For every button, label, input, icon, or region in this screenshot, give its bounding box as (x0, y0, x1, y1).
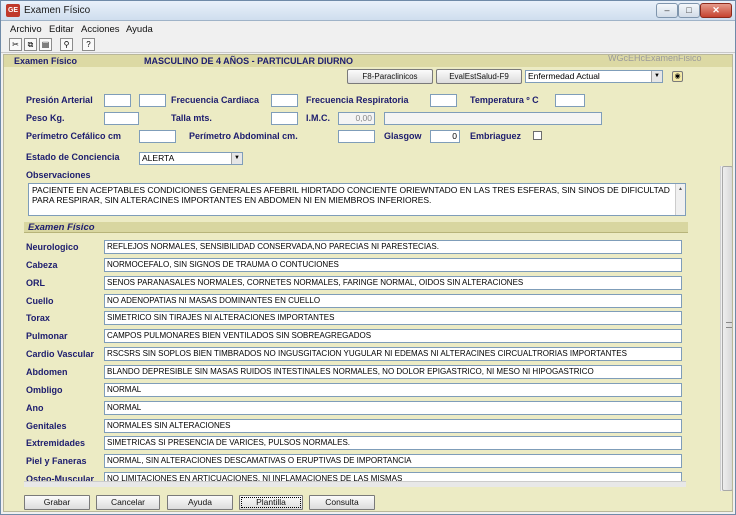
close-button[interactable]: ✕ (700, 3, 732, 18)
perimetro-abdominal-label: Perímetro Abdominal cm. (189, 131, 298, 141)
exam-section-header: Examen Físico (24, 222, 688, 233)
scrollbar-thumb[interactable] (722, 166, 732, 491)
observaciones-label: Observaciones (26, 170, 91, 180)
talla-input[interactable] (271, 112, 298, 125)
embriaguez-label: Embriaguez (470, 131, 522, 141)
glasgow-label: Glasgow (384, 131, 422, 141)
exam-label: ORL (26, 278, 45, 288)
exam-input[interactable]: NORMALES SIN ALTERACIONES (104, 419, 682, 433)
consulta-button[interactable]: Consulta (309, 495, 375, 510)
app-window: GE Examen Físico – □ ✕ Archivo Editar Ac… (0, 0, 736, 515)
exam-label: Abdomen (26, 367, 68, 377)
temperatura-input[interactable] (555, 94, 585, 107)
form-title: Examen Físico (14, 56, 78, 66)
exam-label: Ombligo (26, 385, 63, 395)
exam-section-title: Examen Físico (28, 222, 95, 233)
exam-input[interactable]: NORMAL, SIN ALTERACIONES DESCAMATIVAS O … (104, 454, 682, 468)
observaciones-textarea[interactable]: PACIENTE EN ACEPTABLES CONDICIONES GENER… (28, 183, 686, 216)
frecuencia-cardiaca-label: Frecuencia Cardiaca (171, 95, 260, 105)
exam-input[interactable]: SIMETRICAS SI PRESENCIA DE VARICES, PULS… (104, 436, 682, 450)
exam-input[interactable]: NORMAL (104, 401, 682, 415)
imc-description (384, 112, 602, 125)
exam-input[interactable]: NORMOCEFALO, SIN SIGNOS DE TRAUMA O CONT… (104, 258, 682, 272)
exam-input[interactable]: SIMETRICO SIN TIRAJES NI ALTERACIONES IM… (104, 311, 682, 325)
perimetro-cefalico-input[interactable] (139, 130, 176, 143)
menu-acciones[interactable]: Acciones (81, 24, 120, 35)
imc-label: I.M.C. (306, 113, 330, 123)
toolbar: ✂ ⧉ ▤ ⚲ ? (1, 37, 735, 53)
exam-form: Examen Físico MASCULINO DE 4 AÑOS - PART… (3, 54, 733, 512)
scissors-icon[interactable]: ✂ (9, 38, 22, 51)
exam-label: Piel y Faneras (26, 456, 87, 466)
frecuencia-respiratoria-input[interactable] (430, 94, 457, 107)
textarea-scrollbar[interactable]: ▲▼ (675, 184, 685, 215)
plantilla-button[interactable]: Plantilla (239, 495, 303, 510)
peso-label: Peso Kg. (26, 113, 65, 123)
paraclinicos-button[interactable]: F8-Paraclinicos (347, 69, 433, 84)
menu-archivo[interactable]: Archivo (10, 24, 42, 35)
paste-icon[interactable]: ▤ (39, 38, 52, 51)
exam-label: Torax (26, 313, 50, 323)
exam-input[interactable]: RSCSRS SIN SOPLOS BIEN TIMBRADOS NO INGU… (104, 347, 682, 361)
temperatura-label: Temperatura º C (470, 95, 539, 105)
broom-icon[interactable]: ⚲ (60, 38, 73, 51)
exam-label: Cabeza (26, 260, 58, 270)
enfermedad-actual-value: Enfermedad Actual (528, 71, 600, 81)
exam-input[interactable]: REFLEJOS NORMALES, SENSIBILIDAD CONSERVA… (104, 240, 682, 254)
chevron-down-icon: ▼ (231, 153, 242, 164)
vertical-scrollbar[interactable] (720, 166, 732, 491)
exam-label: Extremidades (26, 438, 86, 448)
estado-conciencia-select[interactable]: ALERTA ▼ (139, 152, 243, 165)
evalestsalud-button[interactable]: EvalEstSalud-F9 (436, 69, 522, 84)
menu-ayuda[interactable]: Ayuda (126, 24, 153, 35)
menu-editar[interactable]: Editar (49, 24, 74, 35)
exam-label: Ano (26, 403, 44, 413)
frecuencia-respiratoria-label: Frecuencia Respiratoria (306, 95, 409, 105)
window-title: Examen Físico (24, 5, 91, 16)
maximize-button[interactable]: □ (678, 3, 700, 18)
form-header: Examen Físico MASCULINO DE 4 AÑOS - PART… (4, 55, 732, 67)
presion-arterial-label: Presión Arterial (26, 95, 93, 105)
embriaguez-checkbox[interactable] (533, 131, 542, 140)
exam-label: Cardio Vascular (26, 349, 95, 359)
search-icon[interactable]: ◉ (672, 71, 683, 82)
presion-sistolica-input[interactable] (104, 94, 131, 107)
copy-icon[interactable]: ⧉ (24, 38, 37, 51)
exam-input[interactable]: SENOS PARANASALES NORMALES, CORNETES NOR… (104, 276, 682, 290)
observaciones-text: PACIENTE EN ACEPTABLES CONDICIONES GENER… (32, 185, 670, 205)
presion-diastolica-input[interactable] (139, 94, 166, 107)
exam-label: Pulmonar (26, 331, 68, 341)
perimetro-cefalico-label: Perímetro Cefálico cm (26, 131, 122, 141)
form-id: WGcEHcExamenFisico (608, 54, 702, 63)
estado-conciencia-value: ALERTA (142, 153, 175, 163)
exam-input[interactable]: NORMAL (104, 383, 682, 397)
frecuencia-cardiaca-input[interactable] (271, 94, 298, 107)
minimize-button[interactable]: – (656, 3, 678, 18)
exam-input[interactable]: CAMPOS PULMONARES BIEN VENTILADOS SIN SO… (104, 329, 682, 343)
glasgow-input[interactable]: 0 (430, 130, 460, 143)
exam-input[interactable]: BLANDO DEPRESIBLE SIN MASAS RUIDOS INTES… (104, 365, 682, 379)
peso-input[interactable] (104, 112, 139, 125)
help-icon[interactable]: ? (82, 38, 95, 51)
chevron-down-icon: ▼ (651, 71, 662, 82)
exam-label: Genitales (26, 421, 67, 431)
grabar-button[interactable]: Grabar (24, 495, 90, 510)
imc-value: 0,00 (338, 112, 375, 125)
horizontal-scrollbar[interactable] (24, 481, 686, 487)
talla-label: Talla mts. (171, 113, 212, 123)
perimetro-abdominal-input[interactable] (338, 130, 375, 143)
exam-input[interactable]: NO ADENOPATIAS NI MASAS DOMINANTES EN CU… (104, 294, 682, 308)
enfermedad-actual-select[interactable]: Enfermedad Actual ▼ (525, 70, 663, 83)
menu-bar: Archivo Editar Acciones Ayuda (1, 22, 735, 37)
patient-info: MASCULINO DE 4 AÑOS - PARTICULAR DIURNO (144, 56, 353, 66)
cancelar-button[interactable]: Cancelar (96, 495, 160, 510)
estado-conciencia-label: Estado de Conciencia (26, 152, 120, 162)
exam-label: Neurologico (26, 242, 79, 252)
exam-label: Cuello (26, 296, 54, 306)
title-bar: GE Examen Físico – □ ✕ (1, 1, 735, 21)
ayuda-button[interactable]: Ayuda (167, 495, 233, 510)
app-logo-icon: GE (6, 4, 20, 17)
